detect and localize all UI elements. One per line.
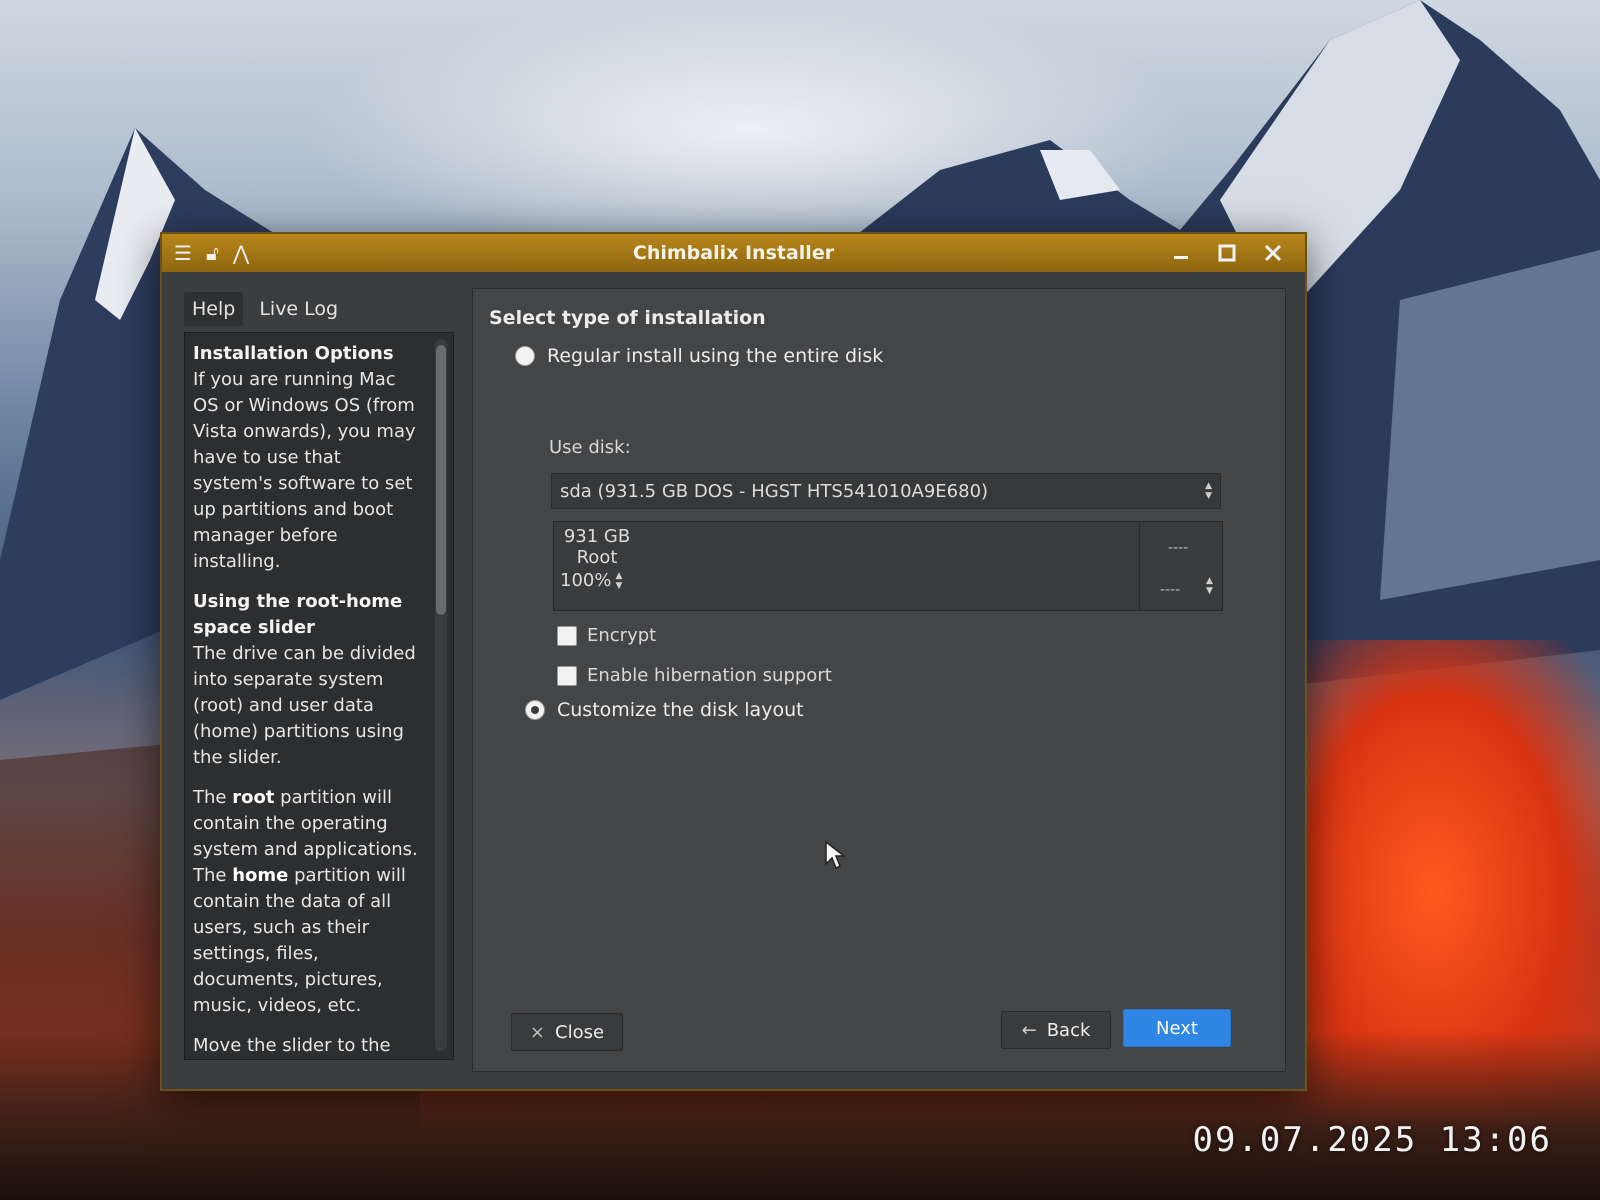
back-button[interactable]: ← Back xyxy=(1001,1011,1111,1049)
disk-select[interactable]: sda (931.5 GB DOS - HGST HTS541010A9E680… xyxy=(551,473,1221,509)
hibernation-option[interactable]: Enable hibernation support xyxy=(557,665,832,686)
installation-type-pane: Select type of installation Regular inst… xyxy=(472,288,1286,1072)
maximize-icon xyxy=(1218,244,1236,262)
mouse-cursor-icon xyxy=(825,840,846,870)
window-title: Chimbalix Installer xyxy=(632,242,835,264)
regular-install-radio[interactable] xyxy=(515,346,535,366)
next-button[interactable]: Next xyxy=(1123,1009,1231,1047)
help-tabs: Help Live Log xyxy=(184,290,452,326)
photo-timestamp: 09.07.2025 13:06 xyxy=(1192,1120,1552,1160)
encrypt-checkbox[interactable] xyxy=(557,625,577,646)
regular-install-option[interactable]: Regular install using the entire disk xyxy=(515,345,883,367)
help-scrollbar-thumb[interactable] xyxy=(436,345,446,615)
help-text-installation-options: If you are running Mac OS or Windows OS … xyxy=(193,369,416,572)
close-icon xyxy=(1264,244,1282,262)
help-text-trailing: Move the slider to the xyxy=(193,1035,391,1056)
close-button-label: Close xyxy=(555,1021,605,1043)
tab-help[interactable]: Help xyxy=(184,292,244,326)
regular-install-label: Regular install using the entire disk xyxy=(547,345,884,367)
back-button-label: Back xyxy=(1046,1019,1091,1041)
minimize-icon xyxy=(1174,256,1188,259)
lock-icon[interactable]: 🔓︎ xyxy=(206,241,219,265)
customize-layout-option[interactable]: Customize the disk layout xyxy=(525,699,804,721)
encrypt-label: Encrypt xyxy=(587,625,657,646)
hibernation-checkbox[interactable] xyxy=(557,665,577,686)
help-text-root-home: The root partition will contain the oper… xyxy=(193,787,418,1016)
select-arrows-icon: ▲ ▼ xyxy=(1205,481,1212,501)
help-text-slider: The drive can be divided into separate s… xyxy=(193,643,416,768)
menu-icon[interactable]: ☰ xyxy=(174,241,192,265)
help-heading-installation-options: Installation Options xyxy=(193,343,394,364)
root-name: Root xyxy=(576,547,618,568)
home-percent[interactable]: ---- xyxy=(1160,582,1180,598)
home-percent-spinner-icon[interactable]: ▲ ▼ xyxy=(1206,576,1213,596)
root-size: 931 GB xyxy=(563,526,631,547)
help-heading-slider: Using the root-home space slider xyxy=(193,591,403,638)
encrypt-option[interactable]: Encrypt xyxy=(557,625,656,646)
installer-window: ☰ 🔓︎ ⋀ Chimbalix Installer Help Live Log xyxy=(160,232,1307,1091)
title-bar[interactable]: ☰ 🔓︎ ⋀ Chimbalix Installer xyxy=(162,234,1305,272)
arrow-left-icon: ← xyxy=(1021,1019,1037,1041)
hibernation-label: Enable hibernation support xyxy=(587,665,832,686)
customize-layout-radio[interactable] xyxy=(525,700,545,720)
caret-up-icon[interactable]: ⋀ xyxy=(233,241,249,265)
minimize-button[interactable] xyxy=(1169,241,1193,265)
section-title: Select type of installation xyxy=(489,307,766,329)
root-percent[interactable]: 100% xyxy=(560,570,611,591)
maximize-button[interactable] xyxy=(1215,241,1239,265)
tab-live-log[interactable]: Live Log xyxy=(251,292,346,326)
close-button[interactable]: × Close xyxy=(511,1013,623,1051)
use-disk-label: Use disk: xyxy=(549,437,631,458)
help-pane: Help Live Log Installation Options If yo… xyxy=(184,290,454,1068)
help-scrollbar[interactable] xyxy=(435,339,447,1051)
close-window-button[interactable] xyxy=(1261,241,1285,265)
help-text-box[interactable]: Installation Options If you are running … xyxy=(184,332,454,1060)
root-home-slider[interactable]: 931 GB Root 100% ▲ ▼ ---- ---- ▲ ▼ xyxy=(553,521,1223,611)
disk-select-value: sda (931.5 GB DOS - HGST HTS541010A9E680… xyxy=(560,480,989,502)
customize-layout-label: Customize the disk layout xyxy=(557,699,804,721)
close-x-icon: × xyxy=(529,1021,546,1043)
next-button-label: Next xyxy=(1156,1017,1198,1039)
home-size: ---- xyxy=(1168,540,1189,556)
root-percent-spinner-icon[interactable]: ▲ ▼ xyxy=(615,571,622,591)
slider-handle[interactable] xyxy=(1139,522,1140,610)
